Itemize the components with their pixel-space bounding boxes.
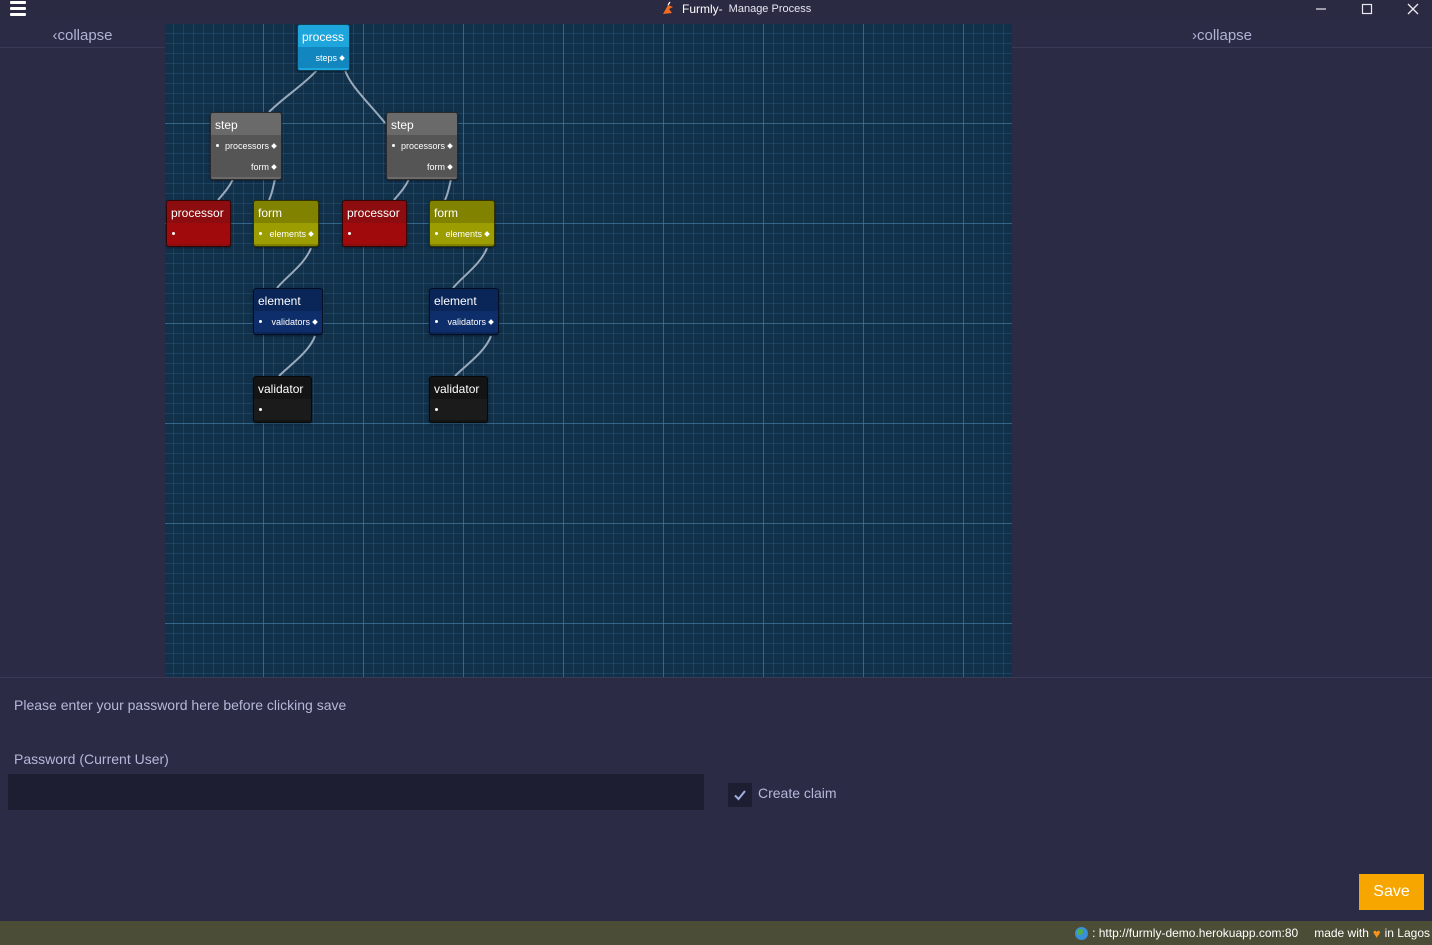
port-diamond-icon	[447, 142, 453, 149]
title-bar: Furmly- Manage Process	[0, 0, 1432, 18]
node-title: form	[434, 206, 458, 220]
right-panel: ›collapse	[1012, 24, 1432, 677]
edge-form1-element1	[276, 247, 312, 289]
node-validator-2[interactable]: validator	[429, 376, 488, 423]
page-title: Manage Process	[728, 3, 812, 15]
node-validator-1[interactable]: validator	[253, 376, 312, 423]
node-form-2[interactable]: form elements	[429, 200, 495, 247]
node-title: element	[434, 294, 477, 308]
heart-icon: ♥	[1372, 925, 1381, 941]
node-title: processor	[347, 206, 400, 220]
edge-element2-validator2	[454, 335, 492, 377]
port-diamond-icon	[484, 230, 490, 237]
window-title: Furmly- Manage Process	[660, 1, 811, 17]
port-diamond-icon	[271, 163, 277, 170]
port-processors[interactable]: processors	[387, 135, 457, 156]
port-diamond-icon	[312, 318, 318, 325]
save-button[interactable]: Save	[1359, 874, 1424, 910]
minimize-button[interactable]	[1303, 0, 1339, 18]
node-title: validator	[258, 382, 304, 396]
input-dot-icon	[259, 320, 262, 323]
node-element-2[interactable]: element validators	[429, 288, 499, 335]
close-icon	[1407, 3, 1419, 15]
input-dot-icon	[435, 408, 438, 411]
edge-process-step1	[268, 69, 318, 113]
port-processors[interactable]: processors	[211, 135, 281, 156]
input-dot-icon	[216, 144, 219, 147]
edge-form2-element2	[452, 247, 488, 289]
create-claim-label: Create claim	[758, 785, 837, 801]
process-canvas[interactable]: process steps step processors form step …	[165, 24, 1012, 677]
location-text: in Lagos	[1384, 926, 1430, 940]
minimize-icon	[1316, 8, 1326, 10]
node-step-2[interactable]: step processors form	[386, 112, 458, 180]
create-claim-checkbox[interactable]	[728, 783, 752, 807]
port-input[interactable]	[430, 399, 487, 420]
port-input[interactable]	[254, 399, 311, 420]
furmly-logo-icon	[663, 1, 673, 14]
server-url: : http://furmly-demo.herokuapp.com:80	[1092, 926, 1299, 940]
edge-step1-processor1	[217, 178, 234, 201]
port-diamond-icon	[339, 54, 345, 61]
footer: : http://furmly-demo.herokuapp.com:80 ma…	[0, 921, 1432, 945]
port-diamond-icon	[308, 230, 314, 237]
node-title: step	[215, 118, 238, 132]
maximize-icon	[1361, 3, 1373, 15]
left-panel: ‹collapse	[0, 24, 165, 677]
port-elements[interactable]: elements	[254, 223, 318, 244]
node-title: form	[258, 206, 282, 220]
node-title: step	[391, 118, 414, 132]
password-input[interactable]	[8, 774, 704, 810]
port-form[interactable]: form	[387, 156, 457, 177]
save-form: Please enter your password here before c…	[0, 677, 1432, 921]
app-title: Furmly-	[682, 2, 723, 16]
edge-element1-validator1	[278, 335, 316, 377]
node-process[interactable]: process steps	[297, 24, 350, 71]
left-collapse-button[interactable]: ‹collapse	[0, 24, 165, 48]
input-dot-icon	[435, 232, 438, 235]
node-processor-2[interactable]: processor	[342, 200, 407, 247]
port-diamond-icon	[447, 163, 453, 170]
port-diamond-icon	[488, 318, 494, 325]
node-element-1[interactable]: element validators	[253, 288, 323, 335]
port-validators[interactable]: validators	[254, 311, 322, 332]
input-dot-icon	[435, 320, 438, 323]
checkmark-icon	[734, 790, 746, 801]
edge-process-step2	[344, 69, 386, 124]
maximize-button[interactable]	[1349, 0, 1385, 18]
input-dot-icon	[259, 232, 262, 235]
made-with-text: made with	[1314, 926, 1369, 940]
port-steps[interactable]: steps	[298, 47, 349, 68]
edge-step1-form1	[268, 178, 276, 201]
edge-step2-form2	[444, 178, 452, 201]
node-title: validator	[434, 382, 480, 396]
globe-icon	[1075, 926, 1089, 940]
node-form-1[interactable]: form elements	[253, 200, 319, 247]
node-title: processor	[171, 206, 224, 220]
port-elements[interactable]: elements	[430, 223, 494, 244]
password-hint: Please enter your password here before c…	[14, 697, 347, 713]
port-input[interactable]	[167, 223, 230, 244]
close-button[interactable]	[1395, 0, 1431, 18]
node-step-1[interactable]: step processors form	[210, 112, 282, 180]
input-dot-icon	[348, 232, 351, 235]
connection-edges	[217, 69, 492, 377]
edge-step2-processor2	[393, 178, 410, 201]
port-validators[interactable]: validators	[430, 311, 498, 332]
port-diamond-icon	[271, 142, 277, 149]
input-dot-icon	[392, 144, 395, 147]
menu-icon[interactable]	[10, 1, 26, 16]
right-collapse-button[interactable]: ›collapse	[1012, 24, 1432, 48]
port-form[interactable]: form	[211, 156, 281, 177]
port-input[interactable]	[343, 223, 406, 244]
password-label: Password (Current User)	[14, 751, 169, 767]
node-title: process	[302, 30, 345, 44]
input-dot-icon	[259, 408, 262, 411]
input-dot-icon	[172, 232, 175, 235]
node-title: element	[258, 294, 301, 308]
node-processor-1[interactable]: processor	[166, 200, 231, 247]
